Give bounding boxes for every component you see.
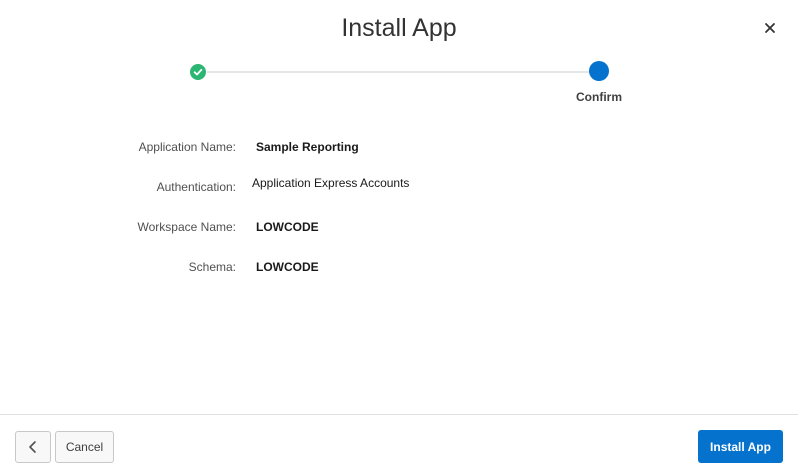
detail-value: LOWCODE (256, 220, 319, 234)
detail-row-workspace-name: Workspace Name: LOWCODE (0, 217, 798, 237)
detail-label: Application Name: (138, 140, 236, 154)
install-app-button[interactable]: Install App (698, 430, 783, 463)
detail-label: Workspace Name: (137, 220, 236, 234)
detail-value: LOWCODE (256, 260, 319, 274)
chevron-left-icon (27, 440, 39, 454)
detail-row-schema: Schema: LOWCODE (0, 257, 798, 277)
progress-track (207, 71, 590, 73)
wizard-progress: Confirm (0, 60, 798, 110)
dialog-footer: Cancel Install App (0, 414, 798, 476)
wizard-step-current (589, 61, 609, 81)
wizard-step-label: Confirm (576, 90, 622, 104)
detail-value: Application Express Accounts (252, 176, 410, 190)
cancel-button[interactable]: Cancel (55, 431, 114, 463)
install-app-dialog: Install App Confirm Application Name: Sa… (0, 0, 798, 476)
close-button[interactable] (760, 18, 780, 38)
checkmark-icon (190, 64, 206, 80)
detail-row-authentication: Authentication: Application Express Acco… (0, 176, 798, 197)
dialog-title: Install App (341, 14, 457, 42)
close-icon (760, 23, 780, 41)
detail-label: Schema: (188, 260, 236, 274)
detail-value: Sample Reporting (256, 140, 359, 154)
wizard-step-complete (190, 64, 206, 80)
back-button[interactable] (15, 431, 51, 463)
detail-row-application-name: Application Name: Sample Reporting (0, 137, 798, 157)
detail-label: Authentication: (156, 180, 236, 194)
